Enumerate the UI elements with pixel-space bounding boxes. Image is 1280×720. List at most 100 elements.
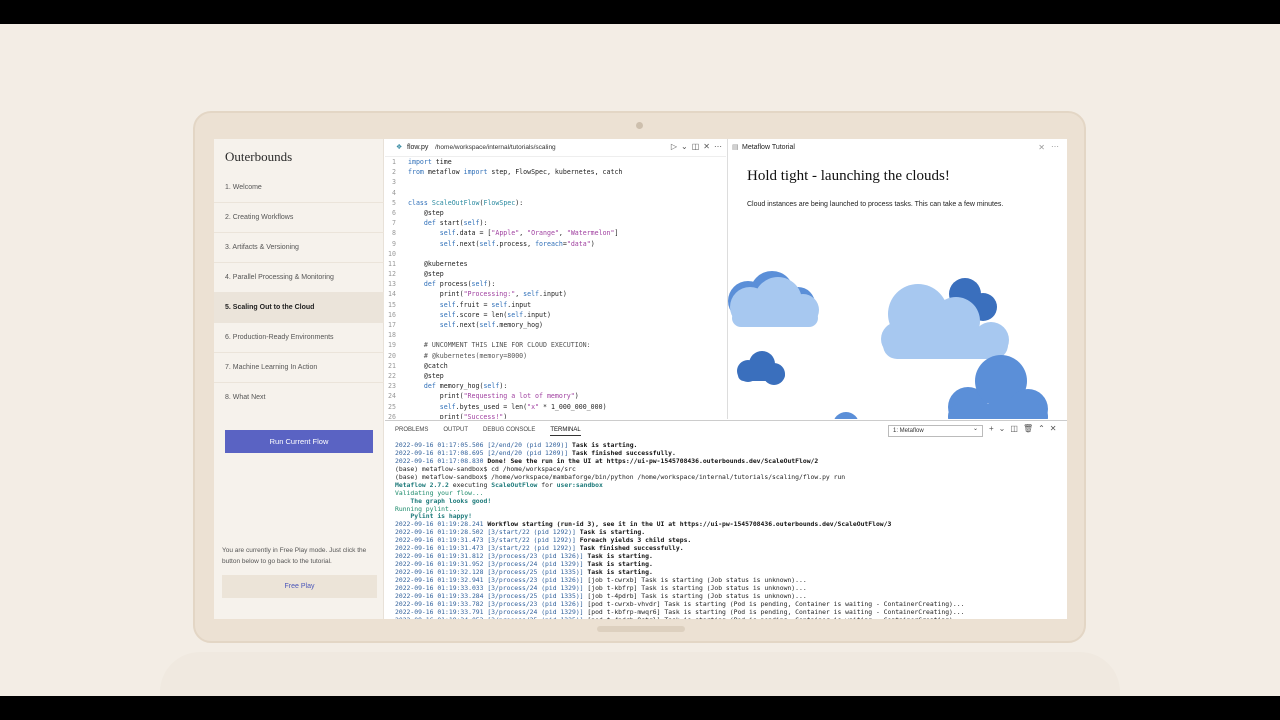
tutorial-body-text: Cloud instances are being launched to pr… — [747, 201, 1004, 208]
nav-item-production-ready[interactable]: 6. Production-Ready Environments — [214, 323, 384, 353]
nav-item-scaling-out[interactable]: 5. Scaling Out to the Cloud — [214, 293, 384, 323]
cloud-left-small — [737, 351, 785, 385]
code-line[interactable]: 5 class ScaleOutFlow(FlowSpec): — [385, 198, 726, 208]
preview-icon: ▤ — [732, 144, 739, 151]
close-icon[interactable]: ✕ — [1038, 143, 1045, 152]
chevron-down-icon[interactable]: ⌄ — [999, 424, 1006, 433]
code-line[interactable]: 7 def start(self): — [385, 218, 726, 228]
run-current-flow-button[interactable]: Run Current Flow — [225, 430, 373, 453]
terminal-line: (base) metaflow-sandbox$ cd /home/worksp… — [395, 465, 576, 473]
terminal-output[interactable]: 2022-09-16 01:17:05.506 [2/end/20 (pid 1… — [395, 442, 1065, 619]
code-line[interactable]: 12 @step — [385, 269, 726, 279]
cloud-right-upper — [881, 278, 1009, 359]
code-line[interactable]: 21 @catch — [385, 361, 726, 371]
code-line[interactable]: 24 print("Requesting a lot of memory") — [385, 391, 726, 401]
terminal-line: 2022-09-16 01:19:31.473 [3/start/22 (pid… — [395, 537, 692, 545]
tutorial-nav: 1. Welcome 2. Creating Workflows 3. Arti… — [214, 173, 384, 413]
code-line[interactable]: 10 — [385, 249, 726, 259]
terminal-line: 2022-09-16 01:19:33.791 [3/process/24 (p… — [395, 608, 965, 616]
code-line[interactable]: 20 # @kubernetes(memory=8000) — [385, 351, 726, 361]
code-text: print("Success!") — [408, 412, 508, 419]
nav-item-creating-workflows[interactable]: 2. Creating Workflows — [214, 203, 384, 233]
terminal-line: 2022-09-16 01:19:33.284 [3/process/25 (p… — [395, 592, 807, 600]
code-text: @kubernetes — [408, 259, 468, 268]
code-line[interactable]: 4 — [385, 188, 726, 198]
free-play-button[interactable]: Free Play — [222, 575, 377, 598]
terminal-line: 2022-09-16 01:19:31.952 [3/process/24 (p… — [395, 561, 653, 569]
more-actions-icon[interactable]: ⋯ — [1051, 142, 1059, 151]
code-line[interactable]: 19 # UNCOMMENT THIS LINE FOR CLOUD EXECU… — [385, 340, 726, 350]
line-number: 26 — [388, 412, 396, 419]
code-line[interactable]: 8 self.data = ["Apple", "Orange", "Water… — [385, 228, 726, 238]
tab-debug-console[interactable]: DEBUG CONSOLE — [483, 427, 535, 436]
line-number: 7 — [392, 219, 396, 228]
tab-output[interactable]: OUTPUT — [443, 427, 468, 436]
code-text: self.next(self.process, foreach="data") — [439, 239, 595, 248]
more-actions-icon[interactable]: ⋯ — [714, 142, 722, 151]
run-icon[interactable]: ▷ — [671, 142, 677, 151]
letterbox-bottom — [0, 696, 1280, 720]
laptop-frame: Outerbounds 1. Welcome 2. Creating Workf… — [193, 111, 1086, 643]
split-editor-icon[interactable]: ◫ — [692, 142, 700, 151]
code-line[interactable]: 3 — [385, 177, 726, 187]
run-dropdown-icon[interactable]: ⌄ — [681, 142, 688, 151]
editor-tab-path: /home/workspace/internal/tutorials/scali… — [435, 144, 556, 151]
close-tab-icon[interactable]: ✕ — [703, 142, 710, 151]
terminal-line: 2022-09-16 01:17:08.830 Done! See the ru… — [395, 457, 819, 465]
code-line[interactable]: 15 self.fruit = self.input — [385, 300, 726, 310]
code-line[interactable]: 22 @step — [385, 371, 726, 381]
nav-item-artifacts-versioning[interactable]: 3. Artifacts & Versioning — [214, 233, 384, 263]
code-line[interactable]: 18 — [385, 330, 726, 340]
line-number: 13 — [388, 280, 396, 289]
terminal-line: 2022-09-16 01:19:33.033 [3/process/24 (p… — [395, 584, 807, 592]
code-text: import time — [408, 158, 452, 166]
terminal-line: Validating your flow... — [395, 489, 484, 497]
line-number: 2 — [392, 168, 396, 177]
new-terminal-icon[interactable]: + — [989, 424, 994, 433]
line-number: 21 — [388, 361, 396, 370]
code-text: def process(self): — [423, 280, 496, 289]
editor-tab-bar: ❖ flow.py /home/workspace/internal/tutor… — [385, 139, 726, 157]
nav-item-welcome[interactable]: 1. Welcome — [214, 173, 384, 203]
code-line[interactable]: 6 @step — [385, 208, 726, 218]
terminal-line: The graph looks good! — [395, 497, 492, 505]
code-line[interactable]: 25 self.bytes_used = len("x" * 1_000_000… — [385, 402, 726, 412]
cloud-right-lower — [948, 355, 1048, 419]
line-number: 19 — [388, 341, 396, 350]
terminal-line: (base) metaflow-sandbox$ /home/workspace… — [395, 473, 846, 481]
nav-item-machine-learning[interactable]: 7. Machine Learning In Action — [214, 353, 384, 383]
code-line[interactable]: 2 from metaflow import step, FlowSpec, ku… — [385, 167, 726, 177]
terminal-selector[interactable]: 1: Metaflow — [888, 424, 983, 437]
code-line[interactable]: 9 self.next(self.process, foreach="data"… — [385, 239, 726, 249]
editor-tab-filename[interactable]: flow.py — [407, 144, 428, 151]
code-line[interactable]: 23 def memory_hog(self): — [385, 381, 726, 391]
terminal-line: Metaflow 2.7.2 executing ScaleOutFlow fo… — [395, 481, 603, 489]
code-text: class ScaleOutFlow(FlowSpec): — [408, 198, 524, 207]
code-line[interactable]: 16 self.score = len(self.input) — [385, 310, 726, 320]
code-line[interactable]: 17 self.next(self.memory_hog) — [385, 320, 726, 330]
nav-item-parallel-processing[interactable]: 4. Parallel Processing & Monitoring — [214, 263, 384, 293]
code-text: @step — [408, 208, 444, 217]
python-file-icon: ❖ — [396, 144, 403, 151]
code-area[interactable]: 1 import time 2 from metaflow import step, … — [385, 157, 726, 419]
code-line[interactable]: 26 print("Success!") — [385, 412, 726, 419]
code-line[interactable]: 14 print("Processing:", self.input) — [385, 289, 726, 299]
tab-problems[interactable]: PROBLEMS — [395, 427, 428, 436]
terminal-line: 2022-09-16 01:19:31.812 [3/process/23 (p… — [395, 553, 653, 561]
code-text: def start(self): — [423, 219, 488, 228]
code-line[interactable]: 13 def process(self): — [385, 279, 726, 289]
split-terminal-icon[interactable]: ◫ — [1010, 424, 1018, 433]
line-number: 4 — [392, 188, 396, 197]
code-line[interactable]: 1 import time — [385, 157, 726, 167]
close-panel-icon[interactable]: ✕ — [1050, 424, 1057, 433]
trash-icon[interactable]: 🗑 — [1023, 424, 1033, 433]
maximize-panel-icon[interactable]: ⌃ — [1038, 424, 1045, 433]
nav-item-what-next[interactable]: 8. What Next — [214, 383, 384, 413]
code-text: print("Requesting a lot of memory") — [408, 392, 579, 401]
tab-terminal[interactable]: TERMINAL — [550, 427, 581, 436]
code-text: print("Processing:", self.input) — [408, 290, 567, 299]
terminal-line: Pylint is happy! — [395, 513, 472, 521]
code-line[interactable]: 11 @kubernetes — [385, 259, 726, 269]
tutorial-tab-title[interactable]: Metaflow Tutorial — [742, 144, 795, 151]
terminal-line: 2022-09-16 01:19:28.241 Workflow startin… — [395, 521, 892, 529]
